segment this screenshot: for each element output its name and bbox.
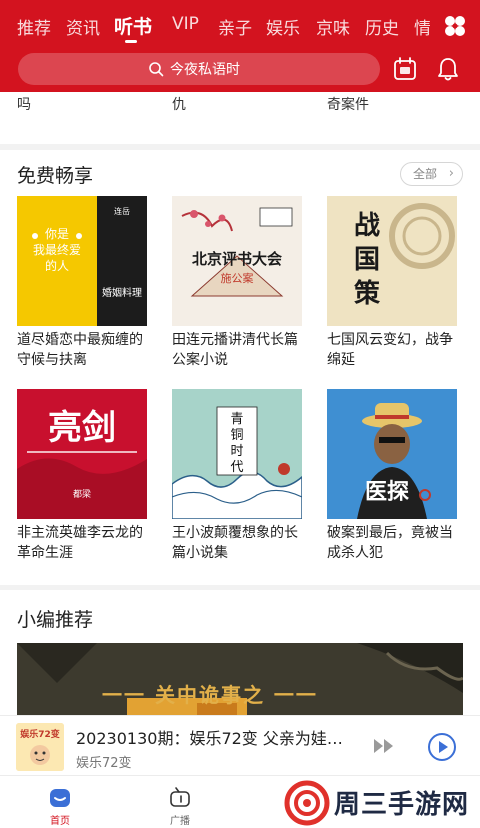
svg-text:都梁: 都梁 — [73, 488, 91, 500]
watermark-text: 周三手游网 — [334, 790, 470, 820]
editor-picks-section: 小编推荐 一一 关中诡事之 一一 — [0, 590, 480, 715]
tab-beijing[interactable]: 京味 — [316, 14, 350, 39]
tab-audiobooks[interactable]: 听书 — [114, 12, 152, 39]
book-description: 七国风云变幻，战争绵延 — [327, 332, 453, 368]
svg-text:婚姻料理: 婚姻料理 — [102, 286, 142, 299]
fast-forward-icon[interactable] — [372, 736, 396, 756]
svg-text:的人: 的人 — [45, 258, 69, 273]
svg-text:我最终爱: 我最终爱 — [33, 242, 81, 257]
category-tabs: 推荐 资讯 听书 VIP 亲子 娱乐 京味 历史 情 — [0, 0, 430, 52]
tab-radio-label: 广播 — [170, 816, 190, 827]
radio-icon — [170, 787, 190, 807]
previous-book-desc[interactable]: 仇 — [172, 94, 186, 114]
grid-icon[interactable] — [443, 14, 467, 38]
search-bar[interactable]: 今夜私语时 — [18, 53, 380, 85]
home-icon — [50, 789, 70, 807]
book-cover: 北京评书大会 施公案 — [172, 196, 302, 326]
free-section: 免费畅享 全部 › 你是 我最终爱 的人 连岳 婚姻料理 道尽婚恋中最痴缠的守候… — [0, 150, 480, 585]
tab-home[interactable]: 首页 — [30, 780, 90, 827]
bell-icon[interactable] — [436, 56, 460, 82]
svg-text:娱乐72变: 娱乐72变 — [20, 728, 60, 740]
svg-text:你是: 你是 — [45, 227, 69, 241]
svg-text:亮剑: 亮剑 — [48, 408, 116, 448]
tab-entertainment[interactable]: 娱乐 — [266, 14, 300, 39]
book-cover: 青 铜 时 代 — [172, 389, 302, 519]
tab-radio[interactable]: 广播 — [150, 780, 210, 827]
svg-text:国: 国 — [354, 245, 380, 275]
svg-text:战: 战 — [354, 211, 380, 241]
search-placeholder: 今夜私语时 — [170, 62, 240, 78]
site-watermark: 周三手游网 — [282, 780, 478, 826]
player-album-name: 娱乐72变 — [76, 756, 132, 771]
svg-text:施公案: 施公案 — [221, 271, 254, 285]
tab-news[interactable]: 资讯 — [66, 14, 100, 39]
editor-pick-banner[interactable]: 一一 关中诡事之 一一 — [17, 643, 463, 715]
book-description: 破案到最后，竟被当成杀人犯 — [327, 525, 453, 561]
svg-text:策: 策 — [354, 278, 380, 309]
tab-home-label: 首页 — [50, 816, 70, 827]
tab-vip[interactable]: VIP — [172, 14, 199, 34]
svg-text:医探: 医探 — [365, 479, 409, 505]
watermark-logo — [284, 780, 330, 826]
book-description: 非主流英雄李云龙的革命生涯 — [17, 525, 143, 561]
banner-title: 一一 关中诡事之 一一 — [102, 683, 318, 707]
view-all-label: 全部 — [413, 167, 438, 181]
book-cover: 战 国 策 — [327, 196, 457, 326]
previous-book-desc[interactable]: 奇案件 — [327, 94, 369, 114]
app-header: 推荐 资讯 听书 VIP 亲子 娱乐 京味 历史 情 今夜私语时 — [0, 0, 480, 92]
view-all-button[interactable]: 全部 › — [400, 162, 463, 186]
book-cover: 亮剑 都梁 — [17, 389, 147, 519]
book-cover: 你是 我最终爱 的人 连岳 婚姻料理 — [17, 196, 147, 326]
book-description: 道尽婚恋中最痴缠的守候与扶离 — [17, 332, 143, 368]
active-tab-indicator — [125, 40, 137, 43]
svg-text:时: 时 — [230, 444, 243, 459]
tab-family[interactable]: 亲子 — [218, 14, 252, 39]
previous-book-desc[interactable]: 吗 — [17, 94, 31, 114]
mini-player[interactable]: 娱乐72变 20230130期：娱乐72变 父亲为娃偷P... 娱乐72变 — [0, 715, 480, 775]
checkin-icon[interactable] — [392, 56, 418, 82]
tab-history[interactable]: 历史 — [365, 14, 399, 39]
previous-book-row: 吗 仇 奇案件 — [0, 92, 480, 144]
svg-text:青: 青 — [230, 412, 243, 427]
svg-text:连岳: 连岳 — [114, 206, 130, 216]
book-description: 王小波颠覆想象的长篇小说集 — [172, 525, 298, 561]
tab-recommend[interactable]: 推荐 — [17, 14, 51, 39]
chevron-right-icon: › — [448, 166, 454, 181]
svg-text:代: 代 — [230, 460, 243, 475]
section-title: 小编推荐 — [17, 609, 94, 631]
book-description: 田连元播讲清代长篇公案小说 — [172, 332, 298, 368]
play-icon[interactable] — [427, 732, 457, 762]
tab-emotion[interactable]: 情 — [414, 14, 430, 39]
player-episode-title: 20230130期：娱乐72变 父亲为娃偷P... — [76, 729, 356, 748]
svg-text:铜: 铜 — [230, 428, 243, 443]
player-thumbnail: 娱乐72变 — [16, 723, 64, 771]
section-title: 免费畅享 — [17, 165, 94, 187]
search-icon — [149, 62, 164, 77]
svg-text:北京评书大会: 北京评书大会 — [192, 250, 282, 268]
book-cover: 医探 — [327, 389, 457, 519]
